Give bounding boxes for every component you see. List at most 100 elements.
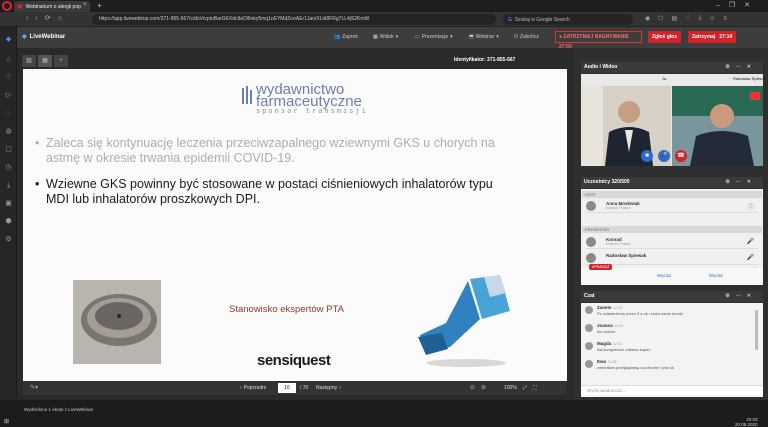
slide-caption: Stanowisko ekspertów PTA <box>229 304 344 315</box>
avatar <box>585 342 593 350</box>
opera-menu-icon[interactable] <box>2 1 12 11</box>
livewebinar-sidebar-icon[interactable]: ◆ <box>4 35 13 44</box>
download-icon[interactable]: ⤓ <box>699 15 702 22</box>
minimize-button[interactable]: – <box>716 2 720 9</box>
forward-button[interactable]: › <box>35 15 37 22</box>
menu-webinar[interactable]: ⬒ Webinar ▾ <box>469 34 499 40</box>
menu-presentations[interactable]: ▭ Prezentacje ▾ <box>415 34 453 40</box>
user-row[interactable]: Konrad Kraków, Poland 🎤 <box>586 235 758 249</box>
info-icon[interactable]: ⓘ <box>748 202 754 211</box>
extensions-sidebar-icon[interactable]: ⬢ <box>4 217 13 226</box>
tab-close-icon[interactable]: × <box>83 2 87 8</box>
inhaler-image <box>418 275 510 367</box>
system-clock: 20:03 20.05.2020 <box>735 417 758 427</box>
avatar <box>586 201 596 211</box>
mic-icon[interactable]: 🎤 <box>747 238 754 245</box>
messenger-icon[interactable]: ◌ <box>4 109 13 118</box>
chat-scrollbar[interactable] <box>755 310 758 350</box>
status-badge: SPRAWDŹ <box>589 264 613 270</box>
camera-toggle-button[interactable]: ■ <box>641 150 653 162</box>
zoom-in-icon[interactable]: ⊕ <box>481 384 486 391</box>
new-tab-button[interactable]: + <box>97 1 102 10</box>
chat-input[interactable]: Wyślij wiadomość... <box>581 385 763 395</box>
search-placeholder: Szukaj w Google Search <box>514 16 570 23</box>
tab-title: Webinarium o alergii pop <box>25 3 81 10</box>
chat-message: Ewa 12:05 zmieniłam przeglądarkę na chro… <box>585 359 747 370</box>
publisher-logo-icon <box>242 86 252 104</box>
add-tab-icon[interactable]: + <box>54 55 68 67</box>
image-icon[interactable]: ▧ <box>22 55 36 67</box>
url-field[interactable]: https://app.livewebinar.com/371-855-667/… <box>92 14 496 25</box>
maximize-button[interactable]: ❐ <box>729 1 735 9</box>
group-presenter: PREZENTER <box>582 226 762 233</box>
mic-icon[interactable]: 🎤 <box>747 254 754 261</box>
page-total: / 70 <box>300 385 309 391</box>
whatsapp-icon[interactable]: ◍ <box>4 127 13 136</box>
av-panel-header: Audio i Wideo ⚙⋯✕ <box>581 62 763 73</box>
panel-controls-icon[interactable]: ⚙⋯✕ <box>725 177 757 188</box>
menu-icon[interactable]: ≡ <box>723 16 727 22</box>
browser-tab[interactable]: ▣ Webinarium o alergii pop <box>14 1 90 12</box>
stop-recording-button[interactable]: ● ZATRZYMAJ NAGRYWANIE 27:03 <box>555 31 642 50</box>
history-icon[interactable]: ◷ <box>4 163 13 172</box>
extensions-icon[interactable]: ⬡ <box>658 15 663 22</box>
camera-icon[interactable]: ◉ <box>645 15 650 22</box>
slide-bullet-1: • Zaleca się kontynuację leczenia przeci… <box>35 136 495 165</box>
opera-sidebar: ◆ ⌂ ♡ ▷ ◌ ◍ ▢ ◷ ⤓ ▣ ⬢ ⚙ <box>0 27 17 400</box>
prev-slide-button[interactable]: ‹ Poprzedni <box>240 385 266 391</box>
google-icon: G <box>508 16 512 23</box>
av-controls: ■ 🎤 ☎ <box>641 150 687 162</box>
account-icon[interactable]: ☺ <box>709 16 715 22</box>
search-field[interactable]: G Szukaj w Google Search <box>503 14 633 25</box>
speed-dial-icon[interactable]: ⌂ <box>4 55 13 64</box>
zoom-out-icon[interactable]: ⊖ <box>470 384 475 391</box>
page-number-input[interactable]: 16 <box>278 383 296 393</box>
avatar <box>585 360 593 368</box>
publisher-subtitle: sponsor transmisji <box>256 107 368 115</box>
slides-icon[interactable]: ▦ <box>38 55 52 67</box>
home-button[interactable]: ⌂ <box>58 15 62 22</box>
reload-button[interactable]: ⟳ <box>45 14 51 22</box>
group-host: HOST <box>582 191 762 198</box>
close-window-button[interactable]: ✕ <box>744 1 750 9</box>
next-slide-button[interactable]: Następny › <box>316 385 341 391</box>
mute-all-button[interactable]: Wycisz <box>657 273 671 278</box>
fullscreen-icon[interactable]: ⛶ <box>533 385 537 391</box>
fit-icon[interactable]: ⤢ <box>523 385 527 391</box>
app-logo: ◆ LiveWebinar <box>22 33 66 41</box>
menu-view[interactable]: ▦ Widok ▾ <box>373 34 398 40</box>
unmute-all-button[interactable]: Wycisz <box>709 273 723 278</box>
chevron-left-icon: ‹ <box>240 385 242 391</box>
windows-start-icon[interactable]: ⊞ <box>4 418 9 425</box>
menu-end[interactable]: ⏻ Zakończ <box>514 34 539 40</box>
settings-icon[interactable]: ⚙ <box>4 235 13 244</box>
menu-invite[interactable]: 👥 Zaproś <box>334 34 358 40</box>
wallet-icon[interactable]: ▤ <box>672 15 678 22</box>
bullet-dot: • <box>35 136 40 150</box>
close-webinar-icon: ⏻ <box>514 34 518 40</box>
chevron-right-icon: › <box>339 385 341 391</box>
nav-buttons: ‹ › ⟳ ⌂ <box>26 14 62 23</box>
heart-icon[interactable]: ♡ <box>685 15 690 22</box>
mic-toggle-button[interactable]: 🎤 <box>658 150 670 162</box>
stop-button[interactable]: Zatrzymaj 27:14 <box>688 31 737 43</box>
personal-news-icon[interactable]: ▣ <box>4 199 13 208</box>
news-icon[interactable]: ▷ <box>4 91 13 100</box>
presentation-icon: ▭ <box>415 34 420 40</box>
panel-controls-icon[interactable]: ⚙⋯✕ <box>725 291 757 302</box>
hangup-button[interactable]: ☎ <box>675 150 687 162</box>
raise-hand-button[interactable]: Zgłoś głos <box>648 31 681 43</box>
user-row[interactable]: Anna Moskwiak Kraków, Poland ⓘ <box>586 199 758 213</box>
instagram-icon[interactable]: ▢ <box>4 145 13 154</box>
chat-message: Zanete 12:03 Po odświeżeniu przez 5 s ok… <box>585 305 747 316</box>
back-button[interactable]: ‹ <box>26 15 28 22</box>
downloads-icon[interactable]: ⤓ <box>4 181 13 190</box>
view-icon: ▦ <box>373 34 378 40</box>
user-row[interactable]: Radosław Śpiewak 🎤 <box>586 251 758 265</box>
panel-controls-icon[interactable]: ⚙⋯✕ <box>725 62 757 73</box>
annotate-pen-icon[interactable]: ✎▾ <box>30 384 38 391</box>
bullet-dot: • <box>35 177 40 191</box>
bookmarks-icon[interactable]: ♡ <box>4 73 13 82</box>
users-panel-header: Uczestnicy 320/500 ⚙⋯✕ <box>581 177 763 188</box>
screen-share-notice: Wydzielono 1 ekran z LiveWebinar <box>24 407 94 412</box>
